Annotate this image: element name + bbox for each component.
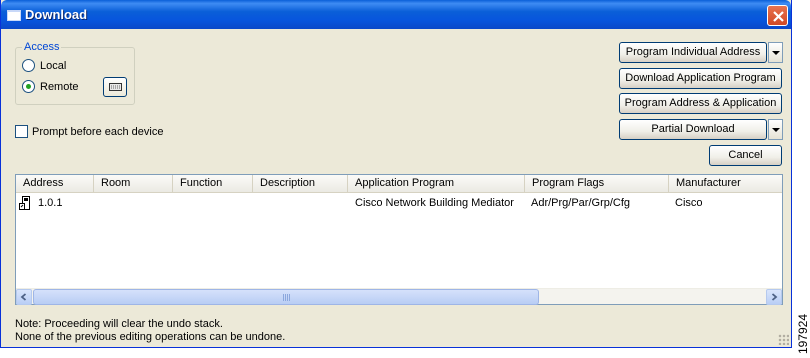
scroll-left-button[interactable]	[16, 289, 32, 305]
col-manufacturer[interactable]: Manufacturer	[669, 175, 782, 193]
note-line-1: Note: Proceeding will clear the undo sta…	[15, 318, 223, 330]
download-application-program-button[interactable]: Download Application Program	[619, 68, 782, 89]
program-individual-address-dropdown[interactable]	[768, 42, 783, 63]
radio-remote[interactable]: Remote	[22, 80, 79, 93]
cell-program-flags: Adr/Prg/Par/Grp/Cfg	[531, 197, 631, 209]
device-icon	[19, 196, 30, 210]
partial-download-dropdown[interactable]	[768, 119, 783, 140]
download-dialog: Download Access Local Remote Prompt befo…	[0, 0, 792, 348]
radio-remote-label: Remote	[40, 80, 79, 93]
window-icon	[7, 10, 21, 21]
list-header: Address Room Function Description Applic…	[16, 175, 782, 193]
note-line-2: None of the previous editing operations …	[15, 331, 286, 343]
remote-settings-button[interactable]	[103, 77, 127, 97]
scroll-grip	[283, 294, 291, 301]
resize-grip[interactable]	[778, 334, 789, 345]
scroll-right-icon	[771, 293, 778, 301]
radio-local-circle[interactable]	[22, 59, 35, 72]
col-address[interactable]: Address	[16, 175, 94, 193]
cell-application-program: Cisco Network Building Mediator	[355, 197, 514, 209]
access-legend: Access	[22, 41, 62, 53]
figure-id: 197924	[796, 314, 810, 355]
horizontal-scrollbar[interactable]	[16, 288, 782, 305]
cell-address: 1.0.1	[38, 197, 63, 209]
col-function[interactable]: Function	[173, 175, 253, 193]
access-group: Access Local Remote	[15, 41, 135, 105]
keyboard-icon	[109, 83, 122, 91]
scroll-thumb[interactable]	[33, 289, 539, 305]
prompt-checkbox[interactable]	[15, 125, 28, 138]
col-application-program[interactable]: Application Program	[348, 175, 525, 193]
col-program-flags[interactable]: Program Flags	[525, 175, 669, 193]
radio-remote-circle[interactable]	[22, 80, 35, 93]
col-description[interactable]: Description	[253, 175, 348, 193]
title-bar: Download	[1, 0, 791, 29]
prompt-checkbox-label: Prompt before each device	[32, 125, 164, 138]
window-title: Download	[25, 7, 88, 22]
table-row[interactable]: 1.0.1 Cisco Network Building Mediator Ad…	[16, 195, 782, 211]
device-list[interactable]: Address Room Function Description Applic…	[15, 174, 783, 305]
program-address-application-button[interactable]: Program Address & Application	[619, 93, 782, 114]
partial-download-button[interactable]: Partial Download	[619, 119, 767, 140]
col-room[interactable]: Room	[94, 175, 173, 193]
close-button[interactable]	[767, 5, 788, 26]
cancel-button[interactable]: Cancel	[709, 145, 782, 166]
scroll-right-button[interactable]	[766, 289, 782, 305]
program-individual-address-button[interactable]: Program Individual Address	[619, 42, 767, 63]
radio-local-label: Local	[40, 59, 67, 72]
radio-local[interactable]: Local	[22, 59, 66, 72]
scroll-left-icon	[20, 293, 27, 301]
close-icon	[773, 11, 784, 22]
cell-manufacturer: Cisco	[675, 197, 703, 209]
prompt-checkbox-row[interactable]: Prompt before each device	[15, 125, 163, 138]
